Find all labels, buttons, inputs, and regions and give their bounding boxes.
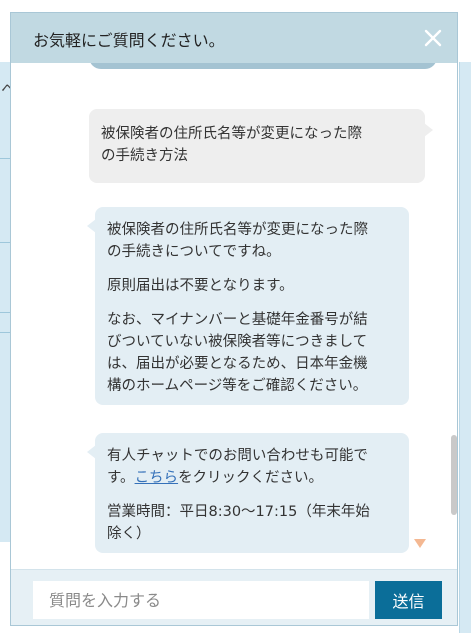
close-icon (424, 29, 442, 47)
bot-message-line: す。 (107, 470, 135, 486)
user-message-line: 被保険者の住所氏名等が変更になった際 (101, 126, 362, 142)
chat-widget: お気軽にご質問ください。 被保険者の住所氏名等が変更になった際 の手続き方法 被… (10, 12, 458, 626)
send-button[interactable]: 送信 (375, 581, 442, 619)
background-divider (0, 158, 10, 159)
bot-message-line: は、届出が必要となるため、日本年金機 (107, 356, 368, 372)
message-list[interactable]: 被保険者の住所氏名等が変更になった際 の手続き方法 被保険者の住所氏名等が変更に… (11, 63, 457, 569)
background-divider (0, 312, 10, 313)
background-divider (0, 332, 10, 333)
user-message-line: の手続き方法 (101, 148, 188, 164)
scroll-down-arrow-icon[interactable] (414, 539, 426, 548)
user-message: 被保険者の住所氏名等が変更になった際 の手続き方法 (89, 109, 433, 183)
previous-message-bubble (89, 63, 437, 69)
bot-message-line: 被保険者の住所氏名等が変更になった際 (107, 222, 368, 238)
close-button[interactable] (419, 24, 447, 52)
bot-message-line: 構のホームページ等をご確認ください。 (107, 378, 368, 394)
scrollbar-thumb[interactable] (451, 435, 457, 515)
bot-message-line: 有人チャットでのお問い合わせも可能で (107, 448, 368, 464)
human-chat-link[interactable]: こちら (135, 470, 179, 486)
bot-message: 被保険者の住所氏名等が変更になった際 の手続きについてですね。 原則届出は不要と… (87, 207, 409, 405)
chat-input-bar: 送信 (11, 569, 457, 625)
question-input[interactable] (33, 581, 369, 619)
background-page-right (459, 62, 471, 633)
bot-message-line: の手続きについてですね。 (107, 244, 281, 260)
chat-title: お気軽にご質問ください。 (33, 31, 225, 50)
business-hours-line: 除く） (107, 526, 151, 542)
bot-message-line: をクリックください。 (178, 470, 324, 486)
background-divider (0, 242, 10, 243)
bot-message-line: 原則届出は不要となります。 (107, 278, 294, 294)
business-hours-line: 営業時間：平日8:30〜17:15（年末年始 (107, 504, 370, 520)
chat-header: お気軽にご質問ください。 (11, 13, 457, 63)
bot-message: 有人チャットでのお問い合わせも可能で す。こちらをクリックください。 営業時間：… (87, 433, 409, 553)
bot-message-line: びついていない被保険者等につきまして (107, 334, 368, 350)
bot-message-line: なお、マイナンバーと基礎年金番号が結 (107, 312, 368, 328)
